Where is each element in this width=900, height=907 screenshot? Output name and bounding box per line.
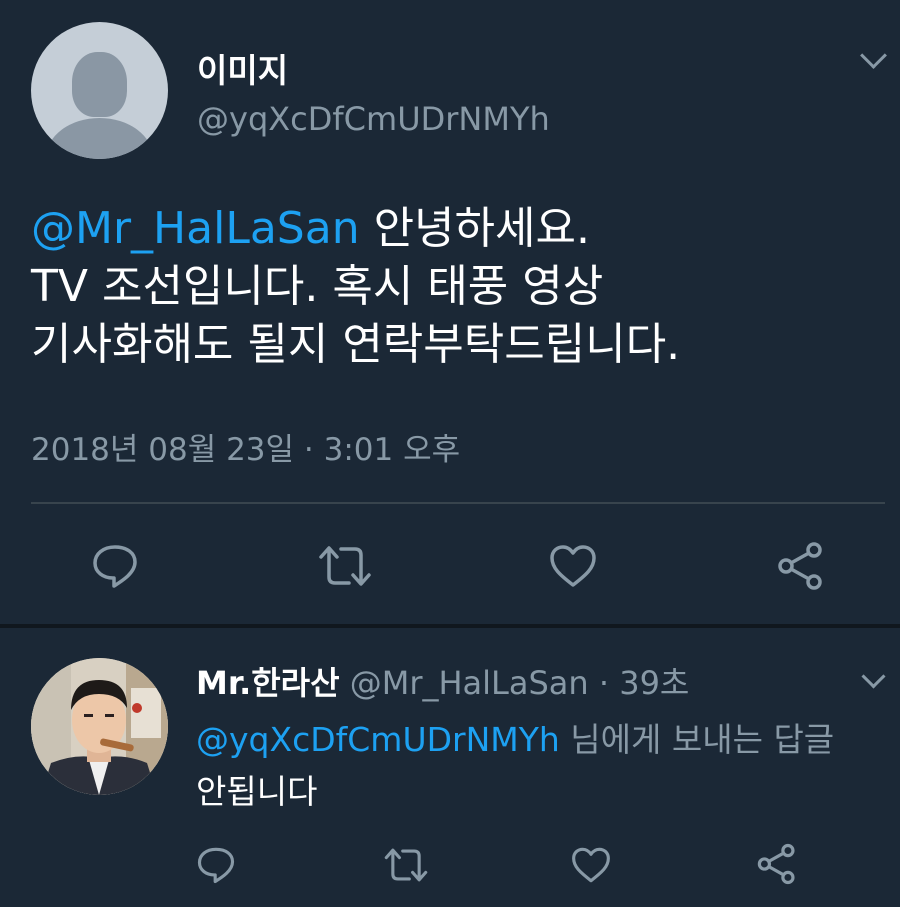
mention-link[interactable]: @yqXcDfCmUDrNMYh	[196, 720, 560, 759]
tweet-body-line-1: @Mr_HalLaSan 안녕하세요.	[31, 200, 881, 258]
tweet-body-line-2: TV 조선입니다. 혹시 태풍 영상	[31, 261, 604, 312]
share-icon[interactable]	[776, 541, 826, 591]
reply-header: Mr.한라산 @Mr_HalLaSan · 39초	[196, 658, 689, 704]
reply-body-line: 안됩니다	[196, 772, 318, 811]
reply-handle-and-time[interactable]: @Mr_HalLaSan · 39초	[340, 664, 690, 702]
retweet-icon[interactable]	[383, 846, 429, 884]
tweet-body: @Mr_HalLaSan 안녕하세요. TV 조선입니다. 혹시 태풍 영상 기…	[31, 200, 881, 374]
profile-photo	[31, 658, 168, 795]
tweet-body-text: 안녕하세요.	[359, 203, 590, 254]
reply-icon[interactable]	[91, 543, 139, 589]
screen: 이미지 @yqXcDfCmUDrNMYh @Mr_HalLaSan 안녕하세요.…	[0, 0, 900, 907]
chevron-down-icon[interactable]	[861, 664, 886, 689]
reply-context-line: @yqXcDfCmUDrNMYh 님에게 보내는 답글	[196, 714, 896, 766]
like-icon[interactable]	[570, 846, 612, 884]
reply-context-text: 님에게 보내는 답글	[559, 720, 835, 759]
tweet-body-line-3: 기사화해도 될지 연락부탁드립니다.	[31, 319, 681, 370]
default-avatar-shoulders	[46, 118, 153, 159]
retweet-icon[interactable]	[317, 543, 373, 589]
like-icon[interactable]	[548, 543, 598, 589]
main-tweet: 이미지 @yqXcDfCmUDrNMYh @Mr_HalLaSan 안녕하세요.…	[0, 0, 900, 622]
reply-icon[interactable]	[196, 846, 236, 884]
user-handle[interactable]: @yqXcDfCmUDrNMYh	[197, 100, 550, 138]
avatar[interactable]	[31, 658, 168, 795]
display-name[interactable]: Mr.한라산	[196, 664, 340, 702]
mention-link[interactable]: @Mr_HalLaSan	[31, 203, 360, 254]
chevron-down-icon[interactable]	[860, 42, 887, 69]
tweet-timestamp: 2018년 08월 23일 · 3:01 오후	[31, 432, 461, 468]
reply-body: @yqXcDfCmUDrNMYh 님에게 보내는 답글 안됩니다	[196, 714, 896, 818]
divider	[31, 502, 885, 504]
share-icon[interactable]	[756, 843, 798, 885]
section-divider	[0, 624, 900, 628]
default-avatar-head	[72, 52, 127, 117]
avatar[interactable]	[31, 22, 168, 159]
display-name[interactable]: 이미지	[197, 44, 288, 92]
